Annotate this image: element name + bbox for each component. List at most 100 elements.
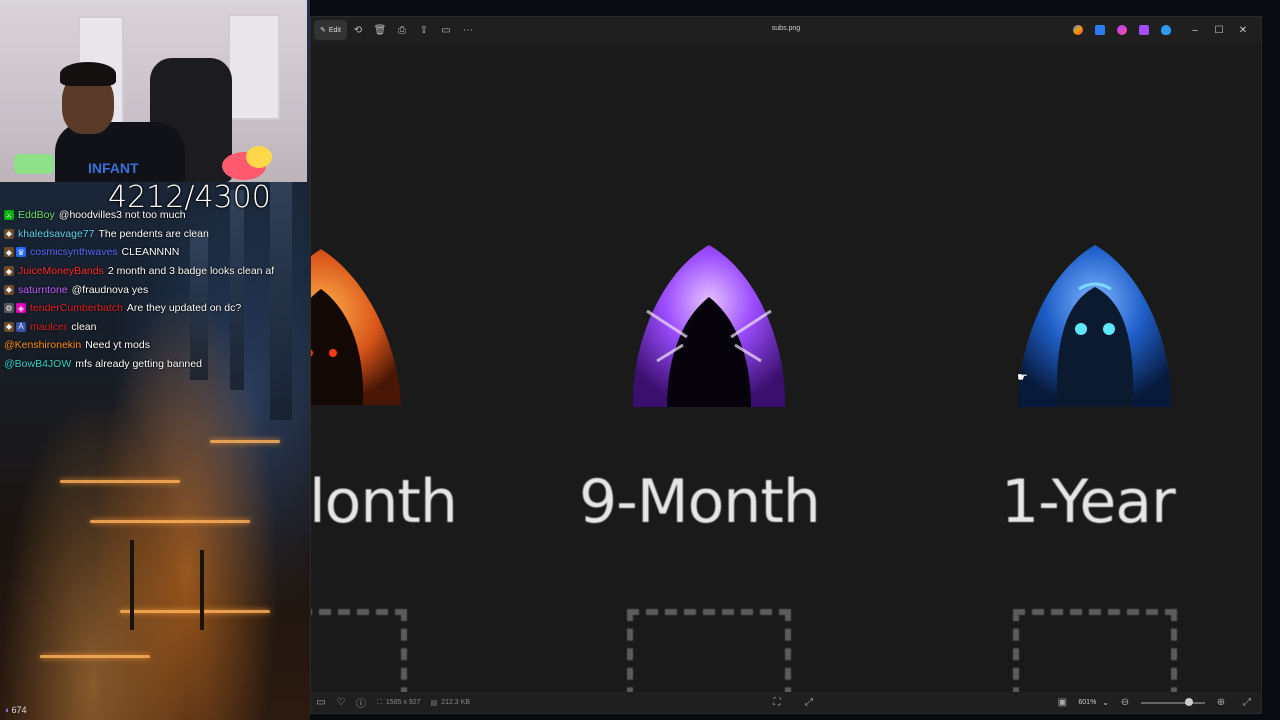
- a-badge-icon: A: [16, 321, 26, 332]
- more-options-button[interactable]: ⋯: [457, 20, 479, 40]
- sub-badge-icon: ◆: [4, 284, 14, 295]
- file-info-button[interactable]: ⓘ: [351, 695, 371, 710]
- chat-badges: ◆: [4, 266, 14, 277]
- copilot-icon[interactable]: [1073, 25, 1083, 35]
- minimize-button[interactable]: –: [1183, 20, 1207, 40]
- onedrive-icon[interactable]: [1161, 25, 1171, 35]
- chat-username[interactable]: tenderCumberbatch: [30, 302, 123, 314]
- screen: { "stream": { "sub_counter": "4212/4300"…: [0, 0, 1280, 720]
- fullscreen-icon[interactable]: ⤢: [1237, 697, 1257, 708]
- chat-message: ◆ Amaulcer clean: [4, 318, 304, 337]
- room-door: [228, 14, 280, 120]
- caption-1-year: 1-Year: [1001, 467, 1176, 537]
- file-size: 212.3 KB: [441, 699, 470, 706]
- gear-badge-icon: ⚙: [4, 303, 14, 314]
- zoom-controls: ▣ 601% ⌄ ⊖ ⊕ ⤢: [1052, 692, 1257, 713]
- chat-badges: ⚙ ◈: [4, 303, 26, 314]
- delete-button[interactable]: 🗑: [369, 20, 391, 40]
- zoom-slider-knob[interactable]: [1185, 697, 1193, 706]
- printer-icon: ⎙: [397, 24, 406, 36]
- fit-screen-icon[interactable]: ▣: [1052, 697, 1072, 708]
- prime-badge-icon: ♛: [16, 247, 26, 258]
- light-strip: [90, 520, 250, 523]
- empty-badge-slot: [311, 609, 407, 694]
- close-button[interactable]: ✕: [1231, 20, 1255, 40]
- chat-username[interactable]: EddBoy: [18, 209, 55, 221]
- zoom-dropdown-chevron-icon[interactable]: ⌄: [1102, 698, 1109, 707]
- chat-message: ◆ ♛ cosmicsynthwaves CLEANNNN: [4, 243, 304, 262]
- image-viewer-canvas[interactable]: lonth 9-Month 1-Year ☛: [311, 43, 1261, 694]
- caption-9-month: 9-Month: [579, 467, 821, 537]
- purple-hood-badge: [632, 245, 786, 407]
- designer-icon[interactable]: [1095, 25, 1105, 35]
- palm-tree: [130, 540, 134, 630]
- favorite-button[interactable]: ♡: [331, 697, 351, 708]
- chat-message-text: @hoodvilles3 not too much: [58, 209, 186, 222]
- zoom-out-icon[interactable]: ⊖: [1115, 697, 1135, 708]
- trash-icon: 🗑: [373, 24, 387, 36]
- chat-username[interactable]: cosmicsynthwaves: [30, 246, 118, 258]
- share-button[interactable]: ⇪: [413, 20, 435, 40]
- sub-badge-icon: ◆: [4, 321, 14, 332]
- chat-badges: ◆: [4, 284, 14, 295]
- person-hair: [60, 62, 116, 86]
- sub-badge-icon: ◆: [4, 247, 14, 258]
- chat-message-text: mfs already getting banned: [75, 358, 202, 371]
- empty-badge-slot: [1013, 609, 1177, 694]
- chat-message: @Kenshironekin Need yt mods: [4, 336, 304, 355]
- rotate-button[interactable]: ⟲: [347, 20, 369, 40]
- heart-icon: ♡: [336, 697, 346, 708]
- chat-message: @BowB4JOW mfs already getting banned: [4, 355, 304, 374]
- info-icon: ⓘ: [356, 699, 366, 710]
- chat-badges: ⚔: [4, 210, 14, 221]
- filmstrip-icon: ▭: [316, 697, 326, 708]
- view-tools: ⛶ ⤢: [767, 692, 819, 713]
- print-button[interactable]: ⎙: [391, 20, 413, 40]
- chat-overlay: ⚔ EddBoy @hoodvilles3 not too much ◆ khaleds…: [4, 206, 304, 373]
- title-bar: ✎ Edit ⟲ 🗑 ⎙ ⇪ ▭ ⋯ subs.png – ☐ ✕: [311, 17, 1261, 43]
- filmstrip-button[interactable]: ▭: [311, 697, 331, 708]
- video-editor-icon[interactable]: [1139, 25, 1149, 35]
- pencil-icon: ✎: [320, 27, 326, 34]
- maximize-button[interactable]: ☐: [1207, 20, 1231, 40]
- chat-username[interactable]: maulcer: [30, 321, 67, 333]
- fit-to-window-icon[interactable]: ⛶: [767, 697, 787, 708]
- share-icon: ⇪: [419, 24, 429, 36]
- zoom-level[interactable]: 601%: [1078, 699, 1096, 706]
- light-strip: [210, 440, 280, 443]
- chat-message: ◆ JuiceMoneyBands 2 month and 3 badge look…: [4, 262, 304, 281]
- chat-username[interactable]: @BowB4JOW: [4, 358, 71, 370]
- chat-message-text: CLEANNNN: [121, 246, 180, 259]
- sub-badge-icon: ◆: [4, 266, 14, 277]
- sub-badge-icon: ◆: [4, 228, 14, 239]
- chat-username[interactable]: @Kenshironekin: [4, 339, 81, 351]
- slideshow-button[interactable]: ▭: [435, 20, 457, 40]
- blue-hood-badge: [1018, 245, 1172, 407]
- file-size-icon: ▤: [430, 699, 438, 707]
- light-strip: [40, 655, 150, 658]
- chat-badges: ◆ ♛: [4, 247, 26, 258]
- chat-username[interactable]: khaledsavage77: [18, 228, 94, 240]
- chat-message-text: Need yt mods: [85, 339, 150, 352]
- shirt-print: INFANT: [88, 160, 139, 176]
- zoom-slider[interactable]: [1141, 697, 1205, 706]
- viewer-count: ◖ 674: [4, 705, 27, 715]
- chat-message-text: clean: [71, 320, 97, 333]
- broadcast-icon: ◖: [4, 705, 10, 715]
- chat-message-text: Are they updated on dc?: [126, 302, 242, 315]
- webcam-feed: INFANT: [0, 0, 307, 182]
- actual-size-icon[interactable]: ⤢: [799, 697, 819, 708]
- edit-button[interactable]: ✎ Edit: [314, 20, 347, 40]
- chat-username[interactable]: saturntone: [18, 284, 68, 296]
- orange-hood-badge: [311, 249, 401, 405]
- zoom-in-icon[interactable]: ⊕: [1211, 697, 1231, 708]
- chat-message: ⚙ ◈ tenderCumberbatch Are they updated on d…: [4, 299, 304, 318]
- rotate-icon: ⟲: [353, 24, 363, 36]
- chat-username[interactable]: JuiceMoneyBands: [18, 265, 104, 277]
- clipchamp-icon[interactable]: [1117, 25, 1127, 35]
- title-right-group: – ☐ ✕: [1073, 20, 1255, 40]
- image-dimensions-icon: ⛶: [377, 698, 382, 706]
- photos-app-window: ✎ Edit ⟲ 🗑 ⎙ ⇪ ▭ ⋯ subs.png – ☐ ✕ lonth …: [310, 16, 1262, 714]
- slideshow-icon: ▭: [441, 24, 451, 36]
- chat-message-text: The pendents are clean: [98, 227, 209, 240]
